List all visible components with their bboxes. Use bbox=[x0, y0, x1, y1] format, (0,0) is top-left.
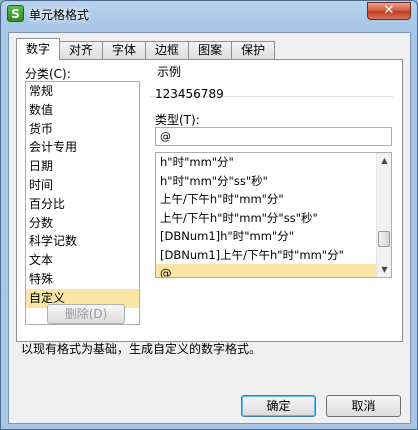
category-item[interactable]: 文本 bbox=[26, 251, 139, 270]
format-cells-dialog: S 单元格格式 ✕ 数字 对齐 字体 边框 图案 保护 分类(C): 常规 数值… bbox=[0, 0, 418, 430]
type-input[interactable]: @ bbox=[155, 127, 392, 146]
sample-label: 示例 bbox=[155, 63, 186, 80]
tab-pattern[interactable]: 图案 bbox=[188, 41, 233, 60]
app-icon: S bbox=[7, 5, 24, 22]
type-list-item-selected[interactable]: @ bbox=[156, 264, 377, 277]
description-text: 以现有格式为基础，生成自定义的数字格式。 bbox=[21, 342, 262, 356]
category-item[interactable]: 货币 bbox=[26, 120, 139, 139]
cancel-button[interactable]: 取消 bbox=[326, 395, 401, 417]
category-item[interactable]: 百分比 bbox=[26, 195, 139, 214]
tab-font[interactable]: 字体 bbox=[102, 41, 147, 60]
delete-button[interactable]: 删除(D) bbox=[47, 304, 125, 324]
dialog-title: 单元格格式 bbox=[29, 8, 90, 22]
close-button[interactable]: ✕ bbox=[367, 2, 411, 20]
category-item[interactable]: 日期 bbox=[26, 157, 139, 176]
tab-protection[interactable]: 保护 bbox=[231, 41, 276, 60]
type-list-scrollbar[interactable]: ▲ ▼ bbox=[376, 153, 391, 277]
type-list-item[interactable]: [DBNum1]h"时"mm"分" bbox=[156, 227, 377, 246]
category-item[interactable]: 数值 bbox=[26, 101, 139, 120]
category-item[interactable]: 科学记数 bbox=[26, 232, 139, 251]
type-label: 类型(T): bbox=[155, 113, 200, 127]
category-item[interactable]: 会计专用 bbox=[26, 138, 139, 157]
category-item[interactable]: 时间 bbox=[26, 176, 139, 195]
number-tab-panel: 分类(C): 常规 数值 货币 会计专用 日期 时间 百分比 分数 科学记数 文… bbox=[16, 59, 403, 342]
category-item[interactable]: 特殊 bbox=[26, 270, 139, 289]
tab-border[interactable]: 边框 bbox=[145, 41, 190, 60]
scroll-up-arrow-icon[interactable]: ▲ bbox=[377, 153, 391, 168]
tab-alignment[interactable]: 对齐 bbox=[59, 41, 104, 60]
scroll-thumb[interactable] bbox=[378, 231, 390, 247]
type-list[interactable]: h"时"mm"分" h"时"mm"分"ss"秒" 上午/下午h"时"mm"分" … bbox=[155, 152, 392, 278]
tab-strip: 数字 对齐 字体 边框 图案 保护 bbox=[16, 38, 276, 60]
type-list-item[interactable]: h"时"mm"分"ss"秒" bbox=[156, 172, 377, 191]
category-item[interactable]: 分数 bbox=[26, 214, 139, 233]
scroll-down-arrow-icon[interactable]: ▼ bbox=[377, 262, 391, 277]
type-list-item[interactable]: 上午/下午h"时"mm"分" bbox=[156, 190, 377, 209]
type-list-item[interactable]: 上午/下午h"时"mm"分"ss"秒" bbox=[156, 209, 377, 228]
dialog-client: 数字 对齐 字体 边框 图案 保护 分类(C): 常规 数值 货币 会计专用 日… bbox=[8, 32, 411, 424]
ok-button[interactable]: 确定 bbox=[241, 395, 316, 417]
category-item[interactable]: 常规 bbox=[26, 82, 139, 101]
category-label: 分类(C): bbox=[25, 67, 71, 81]
title-bar[interactable]: S 单元格格式 ✕ bbox=[1, 1, 417, 27]
tab-number[interactable]: 数字 bbox=[16, 38, 61, 60]
sample-value: 123456789 bbox=[155, 87, 224, 101]
type-list-item[interactable]: h"时"mm"分" bbox=[156, 153, 377, 172]
category-list[interactable]: 常规 数值 货币 会计专用 日期 时间 百分比 分数 科学记数 文本 特殊 自定… bbox=[25, 81, 140, 325]
type-list-item[interactable]: [DBNum1]上午/下午h"时"mm"分" bbox=[156, 246, 377, 265]
